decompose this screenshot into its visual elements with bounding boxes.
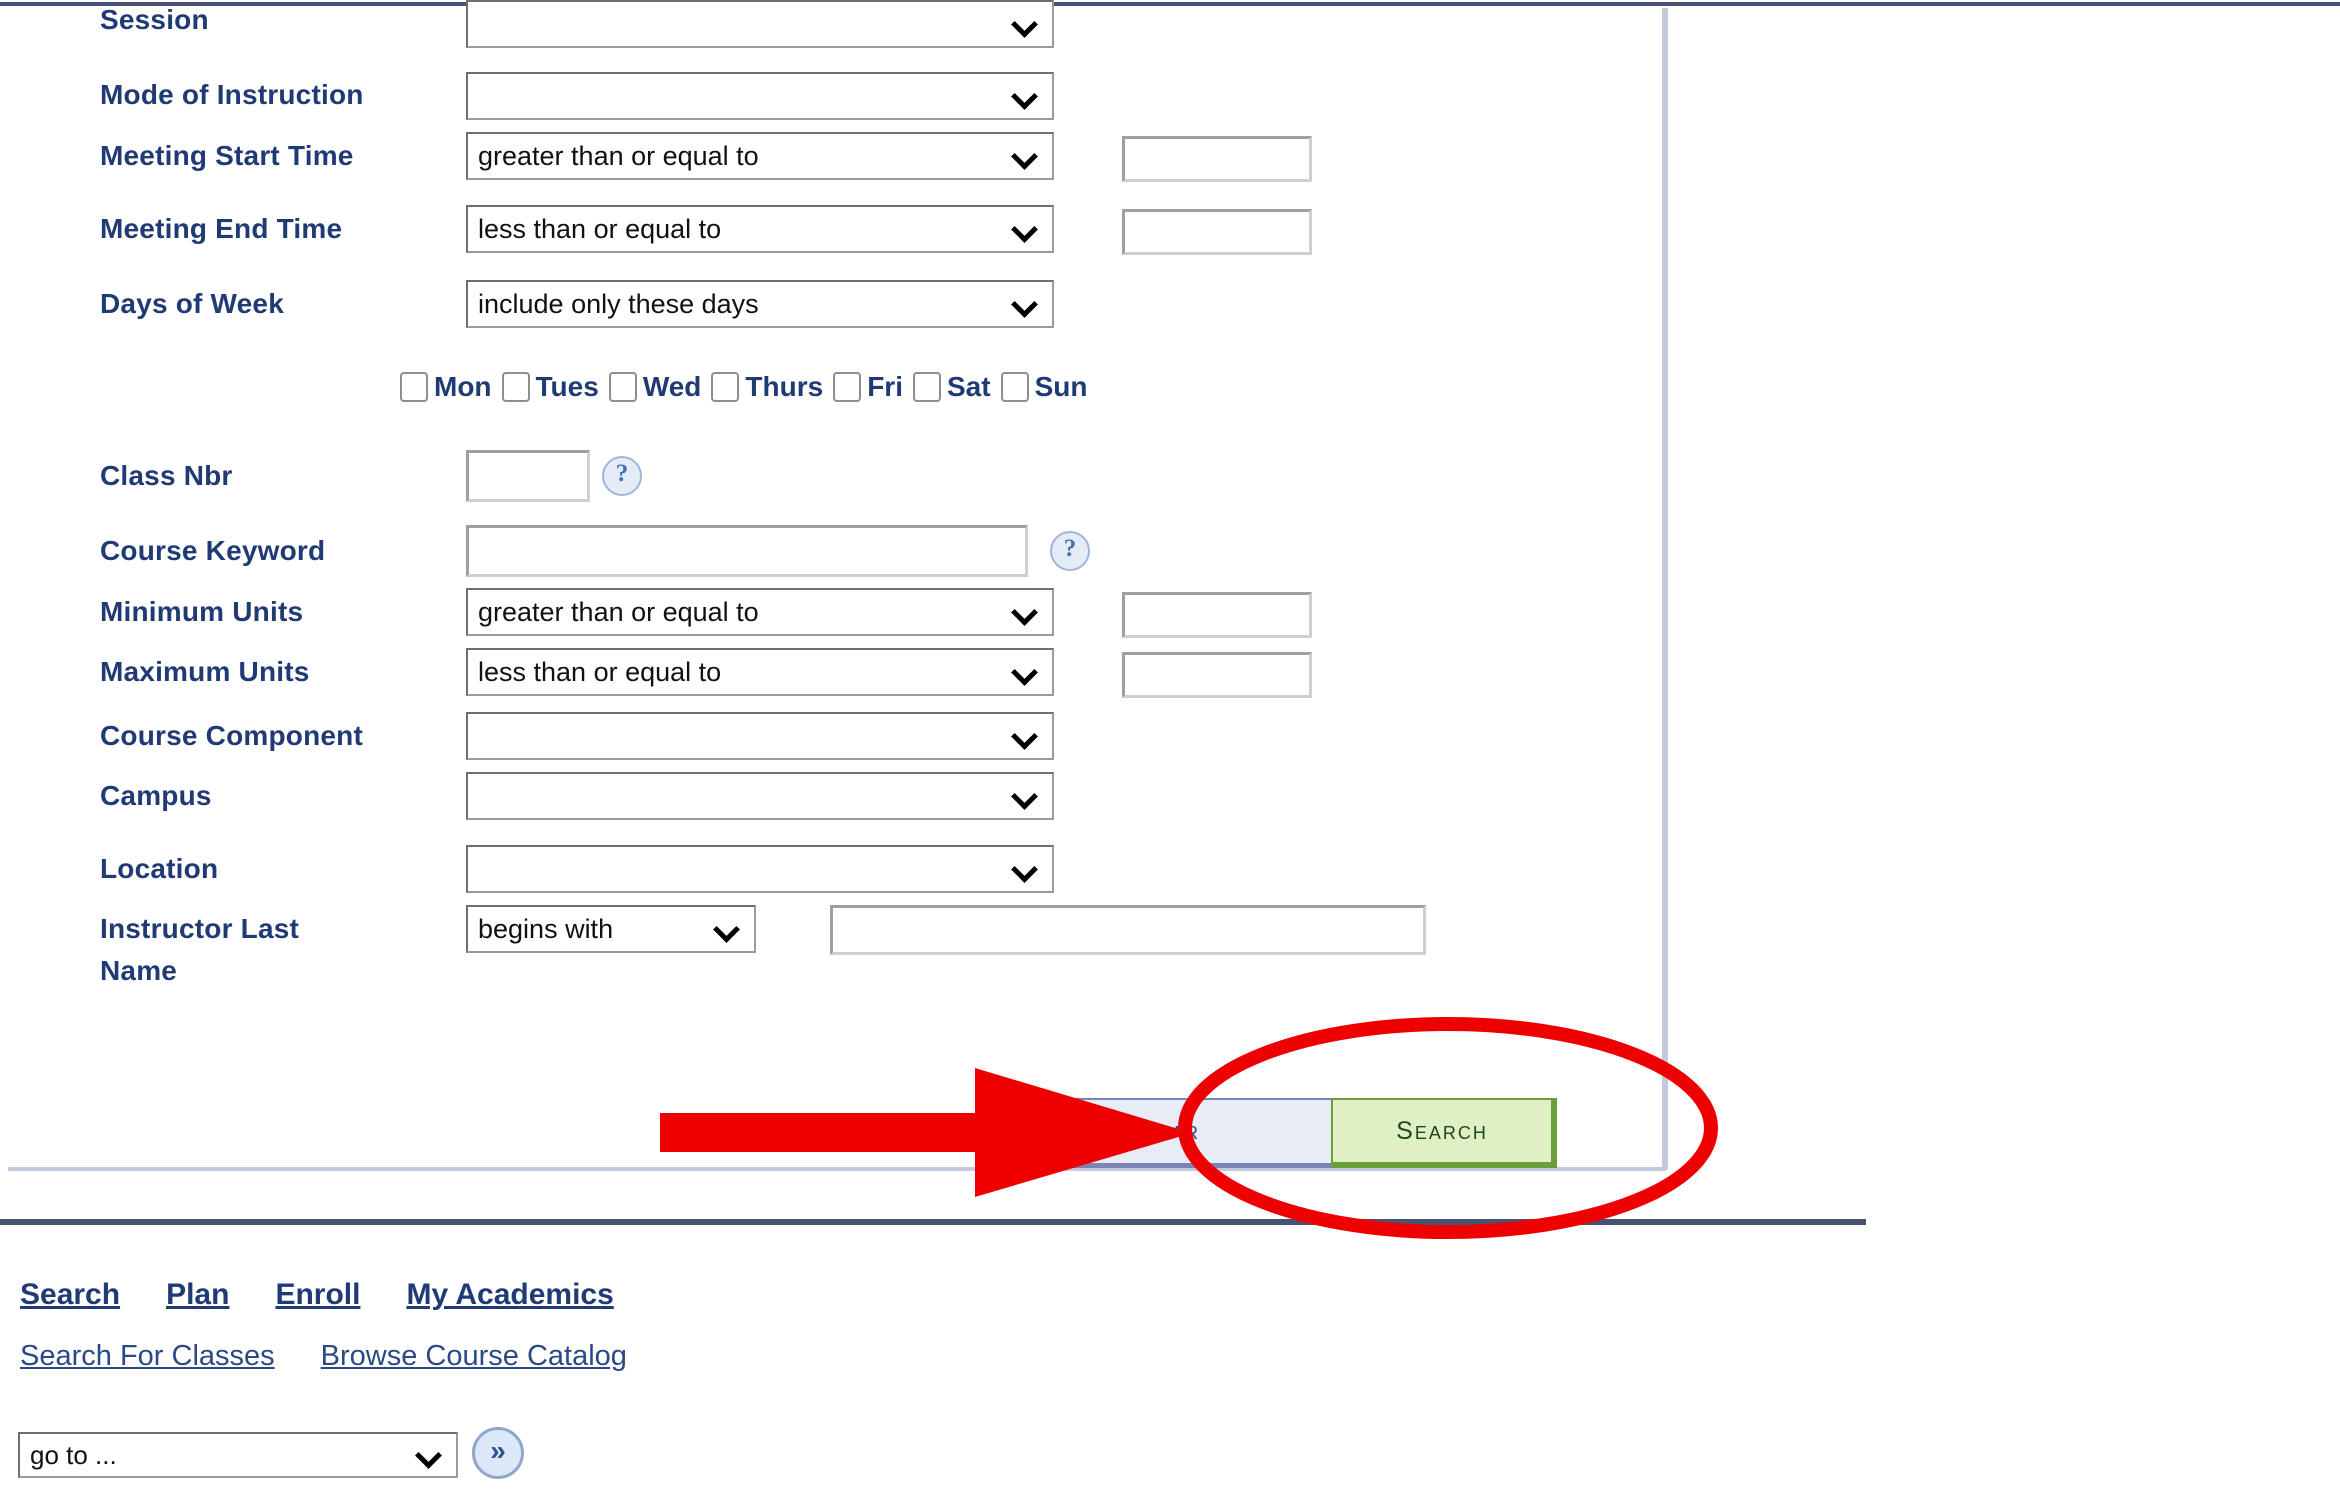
day-checkbox-mon[interactable]: Mon: [400, 372, 492, 402]
select-meeting-start-time-operator[interactable]: greater than or equal to: [466, 132, 1054, 180]
checkbox-mon[interactable]: [400, 372, 428, 402]
day-checkbox-thurs[interactable]: Thurs: [711, 372, 823, 402]
label-meeting-end-time: Meeting End Time: [100, 213, 343, 244]
select-meeting-end-time-operator-value: less than or equal to: [478, 213, 722, 244]
checkbox-sat[interactable]: [912, 372, 941, 402]
goto-submit-button[interactable]: »: [472, 1427, 524, 1479]
label-course-component: Course Component: [100, 720, 363, 751]
search-button[interactable]: Search: [1331, 1098, 1557, 1168]
label-minimum-units: Minimum Units: [100, 596, 304, 627]
help-icon-course-keyword[interactable]: ?: [1050, 531, 1090, 571]
input-maximum-units[interactable]: [1122, 652, 1312, 698]
nav-link-search[interactable]: Search: [20, 1278, 120, 1312]
footer-top-rule: [0, 1219, 1866, 1225]
input-meeting-start-time[interactable]: [1122, 136, 1312, 182]
select-meeting-end-time-operator[interactable]: less than or equal to: [466, 205, 1054, 253]
checkbox-sun[interactable]: [1000, 372, 1029, 402]
label-instructor-last-name-line2: Name: [100, 955, 178, 986]
chevron-down-icon: [1012, 11, 1038, 37]
chevron-down-icon: [416, 1442, 442, 1468]
select-course-component[interactable]: [466, 712, 1054, 760]
chevron-down-icon: [1012, 599, 1038, 625]
input-meeting-end-time[interactable]: [1122, 209, 1312, 255]
chevron-down-icon: [1012, 216, 1038, 242]
nav-link-search-for-classes[interactable]: Search For Classes: [20, 1340, 275, 1373]
label-instructor-last-name-line1: Instructor Last: [100, 913, 300, 944]
select-session[interactable]: [466, 0, 1054, 48]
goto-select-value: go to ...: [30, 1439, 117, 1470]
label-session: Session: [100, 4, 209, 35]
class-search-criteria-form: Session Mode of Instruction Meeting Star…: [0, 0, 1662, 1040]
day-checkbox-sat[interactable]: Sat: [912, 371, 991, 402]
chevron-down-icon: [1012, 856, 1038, 882]
input-class-nbr[interactable]: [466, 450, 590, 502]
day-checkbox-wed[interactable]: Wed: [608, 371, 702, 402]
chevron-down-icon: [1012, 83, 1038, 109]
select-instructor-operator[interactable]: begins with: [466, 905, 756, 953]
label-location: Location: [100, 853, 219, 884]
day-label-wed: Wed: [642, 371, 702, 402]
label-maximum-units: Maximum Units: [100, 656, 310, 687]
checkbox-thurs[interactable]: [711, 372, 740, 402]
day-label-fri: Fri: [867, 371, 903, 402]
day-checkbox-tues[interactable]: Tues: [501, 371, 599, 402]
footer-primary-nav: Search Plan Enroll My Academics: [20, 1278, 660, 1312]
checkbox-tues[interactable]: [501, 372, 530, 402]
input-instructor-last-name[interactable]: [830, 905, 1426, 955]
input-course-keyword[interactable]: [466, 525, 1028, 577]
nav-link-my-academics[interactable]: My Academics: [406, 1278, 613, 1312]
days-of-week-checkbox-group: Mon Tues Wed Thurs Fri Sat Sun: [400, 372, 1097, 402]
day-label-sat: Sat: [946, 371, 991, 402]
select-maximum-units-operator[interactable]: less than or equal to: [466, 648, 1054, 696]
select-instructor-operator-value: begins with: [478, 913, 614, 944]
day-label-mon: Mon: [434, 371, 492, 402]
nav-link-plan[interactable]: Plan: [166, 1278, 229, 1312]
chevron-down-icon: [1012, 723, 1038, 749]
help-icon-class-nbr[interactable]: ?: [602, 456, 642, 496]
label-mode-of-instruction: Mode of Instruction: [100, 79, 364, 110]
select-maximum-units-operator-value: less than or equal to: [478, 656, 722, 687]
clear-button[interactable]: Clear: [990, 1098, 1338, 1168]
chevron-down-icon: [1012, 659, 1038, 685]
day-checkbox-fri[interactable]: Fri: [833, 372, 903, 402]
day-checkbox-sun[interactable]: Sun: [1000, 371, 1088, 402]
chevron-down-icon: [1012, 143, 1038, 169]
chevron-down-icon: [1012, 783, 1038, 809]
label-meeting-start-time: Meeting Start Time: [100, 140, 354, 171]
select-mode-of-instruction[interactable]: [466, 72, 1054, 120]
select-minimum-units-operator[interactable]: greater than or equal to: [466, 588, 1054, 636]
input-minimum-units[interactable]: [1122, 592, 1312, 638]
select-meeting-start-time-operator-value: greater than or equal to: [478, 140, 759, 171]
checkbox-fri[interactable]: [833, 372, 862, 402]
label-days-of-week: Days of Week: [100, 288, 284, 319]
select-campus[interactable]: [466, 772, 1054, 820]
label-campus: Campus: [100, 780, 212, 811]
day-label-tues: Tues: [535, 371, 599, 402]
day-label-sun: Sun: [1034, 371, 1088, 402]
chevron-down-icon: [714, 916, 740, 942]
select-days-of-week-operator-value: include only these days: [478, 288, 759, 319]
label-class-nbr: Class Nbr: [100, 460, 233, 491]
select-location[interactable]: [466, 845, 1054, 893]
content-vertical-divider: [1662, 8, 1668, 1170]
nav-link-enroll[interactable]: Enroll: [275, 1278, 360, 1312]
label-course-keyword: Course Keyword: [100, 535, 326, 566]
checkbox-wed[interactable]: [608, 372, 637, 402]
goto-select[interactable]: go to ...: [18, 1432, 458, 1478]
chevron-down-icon: [1012, 291, 1038, 317]
day-label-thurs: Thurs: [745, 371, 824, 402]
select-days-of-week-operator[interactable]: include only these days: [466, 280, 1054, 328]
footer-secondary-nav: Search For Classes Browse Course Catalog: [20, 1340, 673, 1373]
select-minimum-units-operator-value: greater than or equal to: [478, 596, 759, 627]
nav-link-browse-course-catalog[interactable]: Browse Course Catalog: [321, 1340, 627, 1373]
